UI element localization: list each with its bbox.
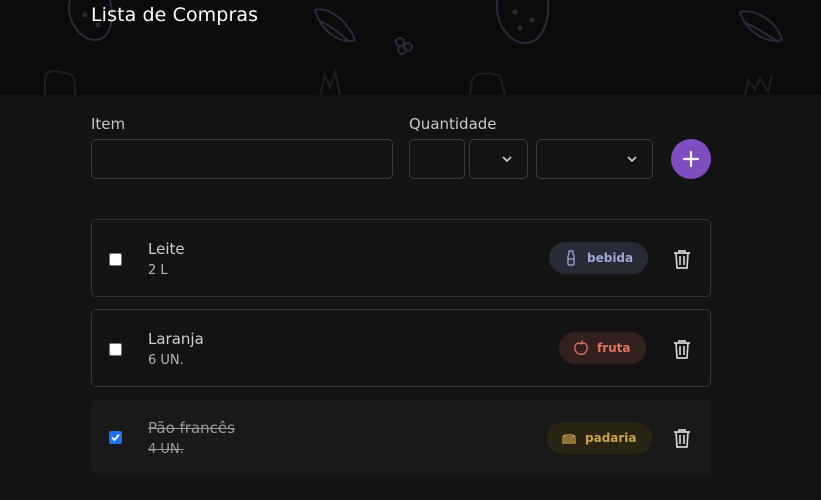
sandwich-icon [561,430,577,446]
item-field-wrapper [91,139,393,179]
apple-icon [573,340,589,356]
quantity-input[interactable] [410,140,464,178]
item-name: Laranja [148,330,204,348]
category-badge: bebida [549,242,649,274]
list-item: Leite 2 L bebida [91,219,711,297]
quantity-label: Quantidade [409,115,497,133]
category-select[interactable] [536,139,653,179]
trash-icon[interactable] [673,339,691,359]
category-badge: padaria [547,422,652,454]
item-checkbox[interactable] [109,431,122,444]
quantity-field-wrapper [409,139,465,179]
item-quantity: 2 L [148,263,168,278]
item-checkbox[interactable] [109,253,122,266]
chevron-down-icon [627,156,637,163]
category-label: fruta [597,341,631,355]
item-checkbox[interactable] [109,343,122,356]
item-name: Leite [148,240,185,258]
page-title: Lista de Compras [91,4,259,26]
trash-icon[interactable] [673,428,691,448]
chevron-down-icon [502,156,512,163]
item-name: Pão francês [148,419,235,437]
header: Lista de Compras [0,0,821,95]
plus-icon [682,150,700,168]
bottle-icon [563,250,579,266]
category-label: padaria [585,431,637,445]
trash-icon[interactable] [673,249,691,269]
list-item: Pão francês 4 UN. padaria [91,399,711,475]
category-label: bebida [587,251,634,265]
item-label: Item [91,115,126,133]
list-item: Laranja 6 UN. fruta [91,309,711,387]
category-badge: fruta [559,332,646,364]
unit-select[interactable] [469,139,528,179]
item-quantity: 4 UN. [148,442,184,457]
add-item-button[interactable] [671,139,711,179]
item-quantity: 6 UN. [148,353,184,368]
item-input[interactable] [92,140,392,178]
